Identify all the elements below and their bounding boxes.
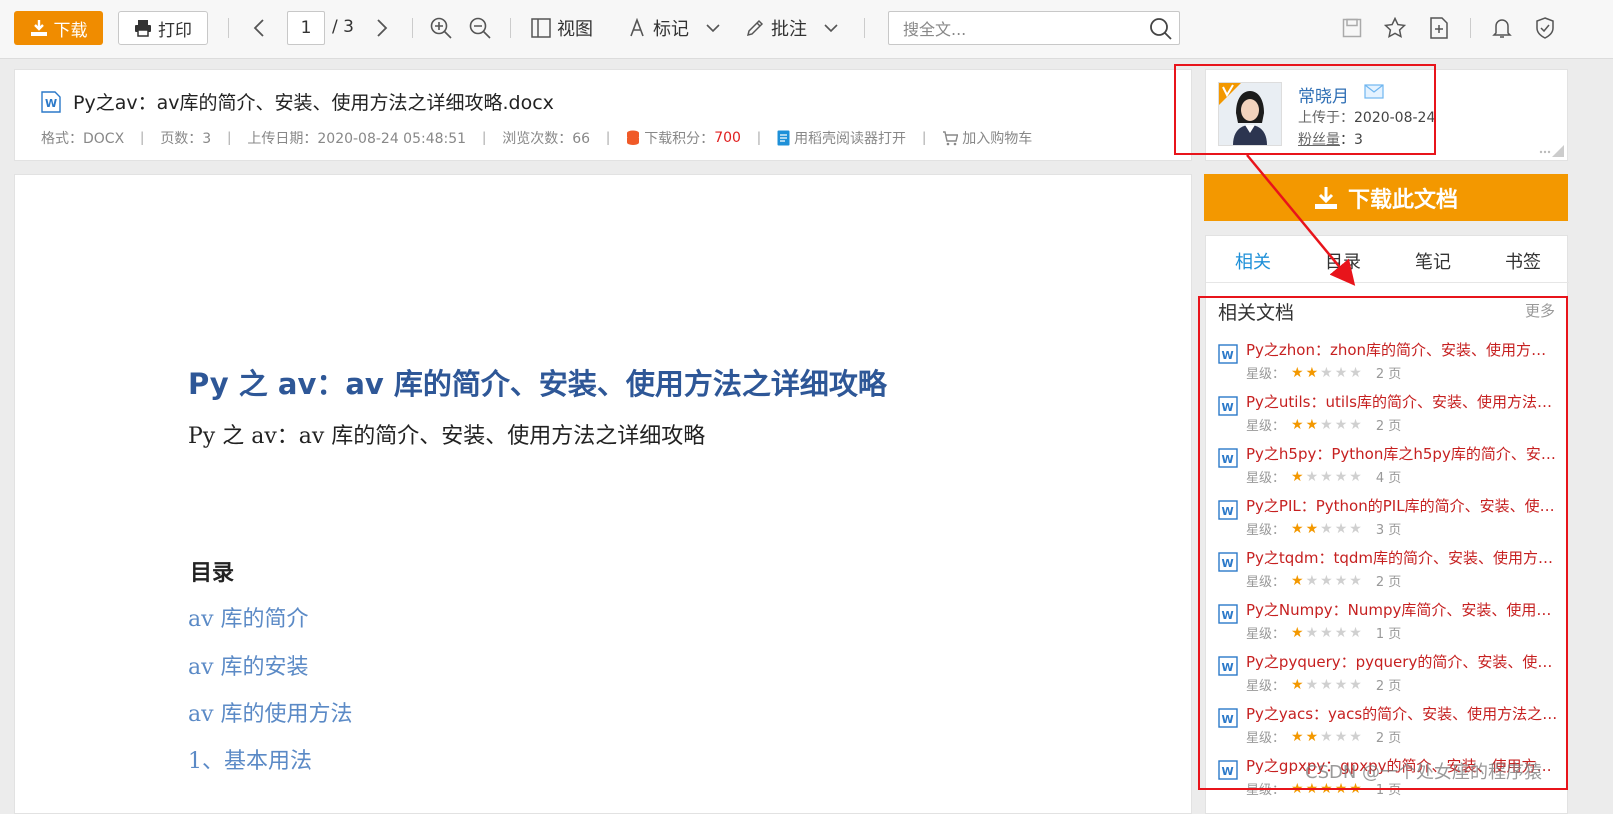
toc-link[interactable]: av 库的安装 (188, 649, 309, 681)
download-document-label: 下载此文档 (1347, 187, 1458, 213)
annotate-menu-button[interactable]: 批注 (745, 13, 839, 43)
corner-grip-icon (1539, 145, 1564, 157)
shield-check-icon (1536, 17, 1554, 39)
favorite-button[interactable] (1382, 15, 1408, 41)
toc-link[interactable]: av 库的使用方法 (188, 696, 353, 728)
toolbar-divider (864, 18, 865, 38)
tab-bookmarks[interactable]: 书签 (1505, 248, 1541, 274)
page-total: / 3 (332, 17, 354, 37)
document-subheading: Py 之 av：av 库的简介、安装、使用方法之详细攻略 (188, 424, 706, 449)
meta-upload-date: 上传日期：2020-08-24 05:48:51 (247, 131, 467, 147)
star-icon (1384, 17, 1406, 39)
document-icon (777, 130, 790, 146)
pen-icon (746, 19, 764, 37)
document-page-viewer[interactable]: Py 之 av：av 库的简介、安装、使用方法之详细攻略 Py 之 av：av … (14, 174, 1192, 814)
chevron-down-icon (824, 24, 838, 33)
zoom-in-icon (430, 17, 452, 39)
meta-points-label: 下载积分： (644, 131, 715, 147)
document-title: Py之av：av库的简介、安装、使用方法之详细攻略.docx (73, 92, 554, 114)
svg-text:W: W (45, 97, 57, 110)
search-icon (1150, 18, 1172, 40)
save-button[interactable] (1339, 15, 1365, 41)
printer-icon (135, 20, 151, 37)
chevron-left-icon (253, 19, 264, 37)
bell-icon (1492, 19, 1512, 38)
chevron-down-icon (706, 24, 720, 33)
meta-pages: 页数：3 (160, 131, 212, 147)
add-cart-label: 加入购物车 (962, 131, 1033, 147)
chevron-right-icon (377, 19, 388, 37)
toc-link[interactable]: 1、基本用法 (188, 743, 312, 775)
fulltext-search (888, 11, 1180, 45)
file-add-icon (1430, 17, 1448, 39)
view-label: 视图 (557, 19, 593, 40)
tab-toc[interactable]: 目录 (1325, 248, 1361, 274)
coins-icon (627, 130, 640, 145)
meta-views: 浏览次数：66 (502, 131, 591, 147)
add-document-button[interactable] (1426, 15, 1452, 41)
toc-title: 目录 (190, 561, 235, 586)
watermark: CSDN @一个处女座的程序猿 (1305, 762, 1543, 783)
download-icon (1314, 186, 1337, 209)
document-info-panel: W Py之av：av库的简介、安装、使用方法之详细攻略.docx 格式：DOCX… (14, 69, 1192, 161)
print-button[interactable]: 打印 (118, 11, 208, 45)
annotate-label: 批注 (771, 19, 807, 40)
mark-label: 标记 (653, 19, 689, 40)
view-menu-button[interactable]: 视图 (531, 13, 593, 43)
download-label: 下载 (53, 20, 88, 41)
top-toolbar: 下载 打印 / 3 视图 标记 批注 (0, 0, 1613, 59)
download-icon (30, 20, 47, 36)
search-input[interactable] (901, 17, 1145, 41)
open-with-label: 用稻壳阅读器打开 (794, 131, 907, 147)
toolbar-divider (1470, 18, 1471, 38)
save-icon (1342, 18, 1362, 38)
search-button[interactable] (1149, 17, 1173, 41)
meta-format: 格式：DOCX (41, 131, 125, 147)
mark-menu-button[interactable]: 标记 (627, 13, 721, 43)
notification-button[interactable] (1489, 15, 1515, 41)
toc-link[interactable]: av 库的简介 (188, 601, 309, 633)
view-icon (531, 18, 551, 38)
zoom-out-icon (469, 17, 491, 39)
download-document-button[interactable]: 下载此文档 (1204, 174, 1568, 221)
download-button[interactable]: 下载 (14, 11, 103, 45)
word-doc-icon: W (41, 91, 61, 113)
toolbar-divider (228, 18, 229, 38)
document-heading: Py 之 av：av 库的简介、安装、使用方法之详细攻略 (188, 367, 887, 401)
highlighter-icon (630, 18, 644, 37)
verify-button[interactable] (1532, 15, 1558, 41)
prev-page-button[interactable] (246, 15, 272, 41)
zoom-in-button[interactable] (428, 15, 454, 41)
add-to-cart-link[interactable]: 加入购物车 (942, 128, 1032, 148)
cart-icon (943, 130, 959, 145)
toolbar-divider (412, 18, 413, 38)
annotation-box-related (1198, 296, 1568, 790)
side-tabs: 相关 目录 笔记 书签 (1206, 236, 1569, 283)
page-number-input[interactable] (287, 11, 325, 45)
print-label: 打印 (158, 20, 192, 41)
tab-notes[interactable]: 笔记 (1415, 248, 1451, 274)
annotation-box-uploader (1174, 64, 1436, 155)
open-with-reader-link[interactable]: 用稻壳阅读器打开 (777, 128, 906, 148)
zoom-out-button[interactable] (467, 15, 493, 41)
next-page-button[interactable] (369, 15, 395, 41)
meta-points-value: 700 (714, 130, 741, 146)
tab-related[interactable]: 相关 (1235, 248, 1271, 274)
toolbar-divider (510, 18, 511, 38)
document-meta: 格式：DOCX ǀ 页数：3 ǀ 上传日期：2020-08-24 05:48:5… (41, 128, 1033, 148)
